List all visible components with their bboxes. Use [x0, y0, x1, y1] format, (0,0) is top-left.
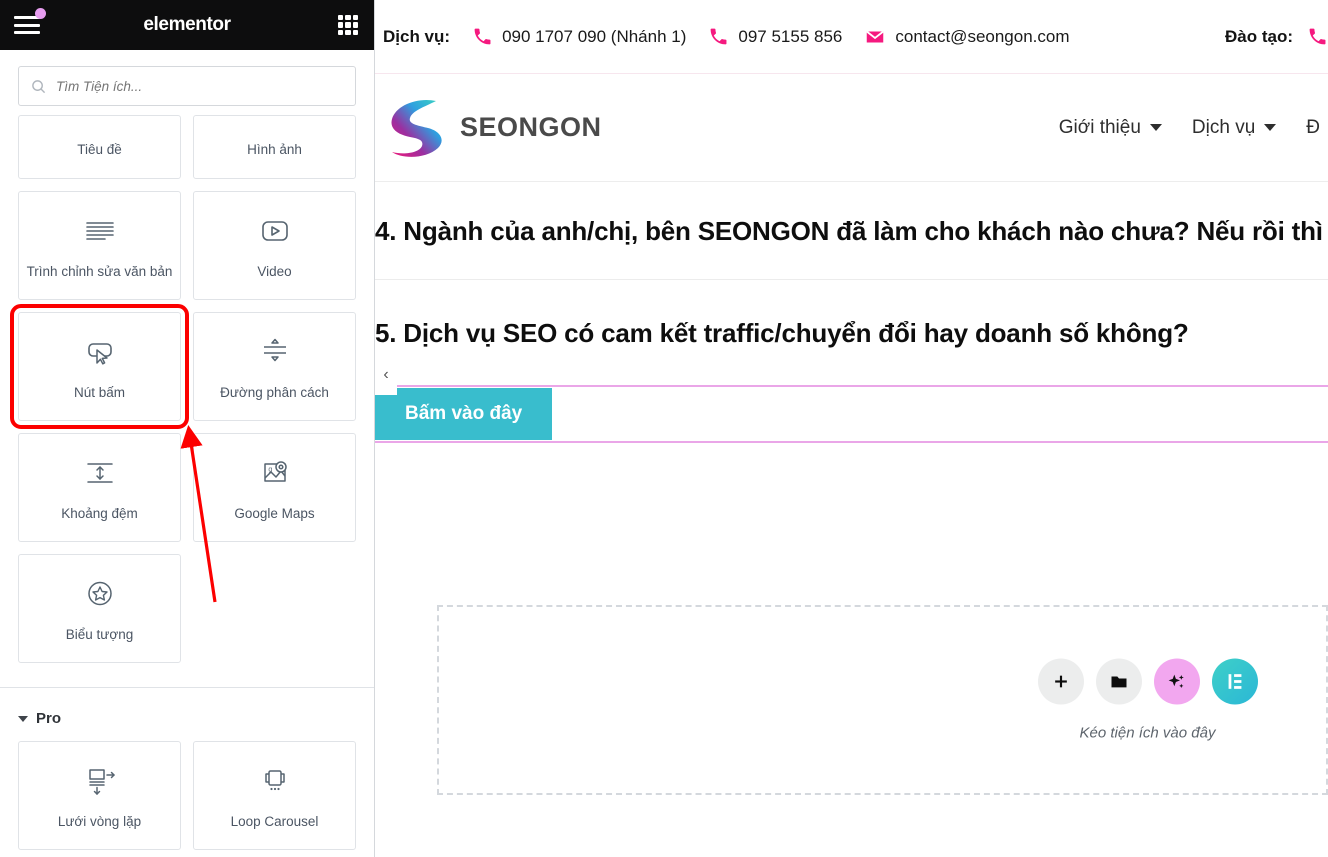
faq-question-text: 5. Dịch vụ SEO có cam kết traffic/chuyển…	[375, 318, 1189, 348]
widget-list-scroll[interactable]: Tiêu đề Hình ảnh Trình chỉnh sửa văn bản…	[0, 115, 374, 857]
apps-grid-icon[interactable]	[338, 15, 358, 35]
phone-icon	[1307, 26, 1328, 47]
phone-icon	[472, 26, 493, 47]
google-maps-icon: g	[256, 454, 294, 492]
widget-label: Nút bấm	[73, 385, 126, 400]
ai-button[interactable]	[1153, 658, 1200, 705]
elementor-button[interactable]	[1211, 658, 1258, 705]
nav-item-label: Dịch vụ	[1191, 116, 1256, 138]
site-topbar: Dịch vụ: 090 1707 090 (Nhánh 1) 097 5155…	[375, 0, 1328, 74]
dropzone-label: Kéo tiện ích vào đây	[1079, 724, 1216, 742]
button-section[interactable]: ‹ Bấm vào đây	[375, 355, 1328, 443]
nav-item-gioi-thieu[interactable]: Giới thiệu	[1059, 117, 1162, 139]
text-editor-icon	[81, 212, 119, 250]
topbar-service-label: Dịch vụ:	[383, 26, 451, 46]
caret-down-icon	[1149, 124, 1162, 131]
button-icon	[81, 333, 119, 371]
widget-label: Biểu tượng	[65, 627, 134, 642]
faq-item-4[interactable]: 4. Ngành của anh/chị, bên SEONGON đã làm…	[375, 216, 1328, 247]
widget-grid-pro: Lưới vòng lặp Loop Carousel	[0, 741, 374, 850]
folder-icon	[1111, 676, 1126, 688]
topbar-email-text: contact@seongon.com	[895, 26, 1070, 46]
topbar-phone-1-text: 090 1707 090 (Nhánh 1)	[502, 26, 687, 46]
dropzone-content: Kéo tiện ích vào đây	[1037, 658, 1258, 742]
nav-item-label: Đ	[1306, 116, 1320, 138]
widget-label: Google Maps	[234, 506, 315, 521]
ai-sparkle-icon	[1168, 674, 1184, 688]
widget-search-area	[0, 50, 374, 116]
nav-item-truncated[interactable]: Đ	[1306, 117, 1320, 139]
nav-item-dich-vu[interactable]: Dịch vụ	[1191, 116, 1277, 139]
elementor-editor: elementor Tiêu đề	[0, 0, 1328, 857]
seongon-logo-icon	[391, 99, 442, 157]
loop-grid-icon	[81, 762, 119, 800]
envelope-icon	[864, 26, 886, 48]
search-input[interactable]	[56, 78, 343, 94]
widget-card-loop-carousel[interactable]: Loop Carousel	[193, 741, 356, 850]
divider-icon	[256, 333, 294, 371]
topbar-email[interactable]: contact@seongon.com	[864, 26, 1070, 48]
widget-card-divider[interactable]: Đường phân cách	[193, 312, 356, 421]
spacer-icon	[81, 454, 119, 492]
site-nav: Giới thiệu Dịch vụ Đ	[1059, 117, 1320, 139]
widget-label: Trình chỉnh sửa văn bản	[26, 264, 173, 279]
topbar-training-label: Đào tạo:	[1225, 26, 1293, 46]
svg-text:g: g	[268, 467, 272, 474]
search-box[interactable]	[18, 66, 356, 106]
widget-card-google-maps[interactable]: g Google Maps	[193, 433, 356, 542]
topbar-phone-2-text: 097 5155 856	[738, 26, 843, 46]
faq-question-text: 4. Ngành của anh/chị, bên SEONGON đã làm…	[375, 216, 1328, 246]
widget-card-loop-grid[interactable]: Lưới vòng lặp	[18, 741, 181, 850]
dropzone-actions	[1037, 658, 1258, 705]
cta-button[interactable]: Bấm vào đây	[375, 388, 553, 440]
widget-label: Lưới vòng lặp	[57, 814, 142, 829]
topbar-training-phone[interactable]	[1307, 26, 1328, 47]
topbar-phone-1[interactable]: 090 1707 090 (Nhánh 1)	[472, 26, 686, 47]
widget-label: Hình ảnh	[247, 142, 302, 157]
phone-icon	[708, 26, 729, 47]
elementor-widget-panel: elementor Tiêu đề	[0, 0, 375, 857]
nav-item-label: Giới thiệu	[1058, 116, 1141, 138]
widget-card-heading[interactable]: Tiêu đề	[18, 115, 181, 179]
widget-card-button[interactable]: Nút bấm	[10, 304, 189, 429]
widget-card-video[interactable]: Video	[193, 191, 356, 300]
loop-carousel-icon	[256, 762, 294, 800]
caret-down-icon	[1264, 124, 1277, 131]
star-icon	[81, 575, 119, 613]
widget-label: Đường phân cách	[220, 385, 329, 400]
search-icon	[32, 79, 46, 93]
site-header: SEONGON Giới thiệu Dịch vụ Đ	[375, 74, 1328, 182]
caret-down-icon	[18, 715, 28, 722]
elementor-brand-title: elementor	[143, 14, 231, 35]
widget-card-image[interactable]: Hình ảnh	[193, 115, 356, 179]
pro-section-title: Pro	[36, 710, 62, 727]
website-preview: Dịch vụ: 090 1707 090 (Nhánh 1) 097 5155…	[375, 0, 1328, 857]
elementor-e-icon	[1228, 674, 1241, 689]
widget-label: Khoảng đệm	[61, 506, 138, 521]
add-element-button[interactable]	[1037, 658, 1084, 705]
widget-card-icon[interactable]: Biểu tượng	[18, 554, 181, 663]
widget-label: Video	[257, 264, 292, 279]
site-logo-text: SEONGON	[460, 112, 602, 142]
hamburger-menu-icon[interactable]	[14, 8, 46, 34]
chevron-left-icon[interactable]: ‹	[375, 355, 397, 395]
widget-label: Loop Carousel	[230, 814, 319, 829]
panel-header: elementor	[0, 0, 374, 50]
widget-label: Tiêu đề	[77, 142, 122, 157]
site-logo[interactable]: SEONGON	[388, 95, 602, 161]
faq-content: 4. Ngành của anh/chị, bên SEONGON đã làm…	[375, 182, 1328, 349]
pro-section-header[interactable]: Pro	[0, 688, 374, 741]
widget-card-spacer[interactable]: Khoảng đệm	[18, 433, 181, 542]
widget-card-text-editor[interactable]: Trình chỉnh sửa văn bản	[18, 191, 181, 300]
widget-dropzone[interactable]: Kéo tiện ích vào đây	[437, 605, 1328, 795]
notification-dot	[35, 8, 46, 19]
widget-grid-basic: Tiêu đề Hình ảnh Trình chỉnh sửa văn bản…	[0, 115, 374, 663]
video-icon	[256, 212, 294, 250]
topbar-phone-2[interactable]: 097 5155 856	[708, 26, 842, 47]
open-library-button[interactable]	[1095, 658, 1142, 705]
plus-icon	[1054, 675, 1067, 688]
faq-item-5[interactable]: 5. Dịch vụ SEO có cam kết traffic/chuyển…	[375, 280, 1328, 349]
